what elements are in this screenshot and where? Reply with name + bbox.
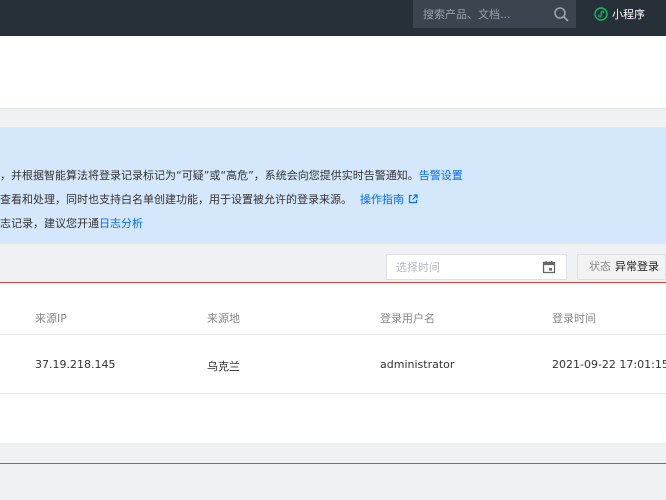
search-icon[interactable] (553, 6, 569, 22)
external-link-icon[interactable] (408, 194, 418, 204)
column-header-login-time[interactable]: 登录时间 (552, 310, 596, 326)
status-filter-dropdown[interactable]: 状态 异常登录 (577, 254, 666, 280)
operation-guide-link[interactable]: 操作指南 (360, 193, 404, 206)
search-input[interactable] (413, 0, 543, 28)
top-navigation-bar: 小程序 (0, 0, 666, 36)
notice-line-2-text: 查看和处理，同时也支持白名单创建功能，用于设置被允许的登录来源。 (0, 193, 352, 206)
cell-login-time: 2021-09-22 17:01:15 (552, 358, 666, 371)
table-row[interactable]: 37.19.218.145 乌克兰 administrator 2021-09-… (0, 335, 666, 394)
info-notice-banner: ，并根据智能算法将登录记录标记为“可疑”或“高危”，系统会向您提供实时告警通知。… (0, 127, 666, 244)
mini-program-button[interactable]: 小程序 (594, 6, 645, 22)
date-picker[interactable] (386, 254, 567, 280)
notice-line-3-text: 志记录，建议您开通 (0, 217, 99, 230)
cell-source-location: 乌克兰 (207, 360, 240, 373)
notice-line-2: 查看和处理，同时也支持白名单创建功能，用于设置被允许的登录来源。 操作指南 (0, 191, 418, 207)
notice-line-1-text: ，并根据智能算法将登录记录标记为“可疑”或“高危”，系统会向您提供实时告警通知。 (0, 169, 419, 182)
status-filter-value: 异常登录 (615, 260, 659, 273)
bottom-panel (0, 464, 666, 500)
table-header-row: 来源IP 来源地 登录用户名 登录时间 (0, 283, 666, 335)
mini-program-icon (594, 7, 608, 21)
notice-line-3: 志记录，建议您开通日志分析 (0, 215, 143, 231)
time-input[interactable] (387, 255, 537, 279)
search-box[interactable] (413, 0, 576, 28)
login-records-table: 来源IP 来源地 登录用户名 登录时间 37.19.218.145 乌克兰 ad… (0, 282, 666, 443)
page-header-panel (0, 36, 666, 109)
mini-program-label: 小程序 (612, 8, 645, 21)
calendar-icon[interactable] (542, 260, 556, 274)
status-filter-key: 状态 (589, 260, 611, 273)
column-header-source-ip[interactable]: 来源IP (35, 310, 67, 326)
alert-settings-link[interactable]: 告警设置 (419, 169, 463, 182)
cell-source-ip: 37.19.218.145 (35, 358, 116, 371)
cell-login-username: administrator (380, 358, 455, 371)
column-header-source-location[interactable]: 来源地 (207, 310, 240, 326)
log-analysis-link[interactable]: 日志分析 (99, 217, 143, 230)
column-header-login-username[interactable]: 登录用户名 (380, 310, 435, 326)
notice-line-1: ，并根据智能算法将登录记录标记为“可疑”或“高危”，系统会向您提供实时告警通知。… (0, 167, 463, 183)
